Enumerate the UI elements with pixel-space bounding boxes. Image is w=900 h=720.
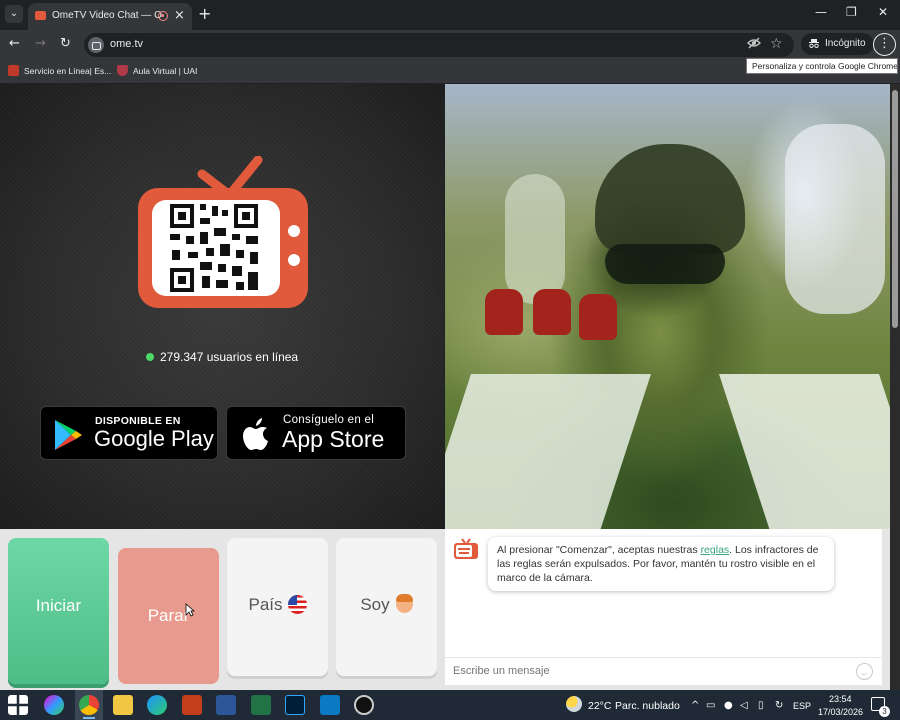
- shield-icon: [117, 65, 128, 76]
- incognito-indicator[interactable]: Incógnito: [801, 33, 874, 55]
- stop-button[interactable]: Parar: [118, 548, 219, 684]
- video-object: [485, 289, 523, 335]
- notice-text-before: Al presionar "Comenzar", aceptas nuestra…: [497, 544, 701, 556]
- video-sunglasses: [605, 244, 725, 284]
- online-status-icon: [146, 353, 154, 361]
- browser-toolbar: ← → ↻ ome.tv ☆: [0, 30, 900, 60]
- site-info-icon[interactable]: [88, 37, 104, 53]
- app-store-small-text: Consíguelo en el: [283, 414, 375, 426]
- menu-tooltip: Personaliza y controla Google Chrome: [746, 58, 898, 74]
- tab-title: OmeTV Video Chat — Ome: [52, 10, 162, 21]
- bookmark-item[interactable]: Aula Virtual | UAI: [133, 66, 197, 76]
- stranger-video: [445, 84, 890, 529]
- message-input[interactable]: [453, 665, 843, 677]
- video-hair: [595, 144, 745, 254]
- google-play-icon: [55, 420, 82, 450]
- google-play-button[interactable]: DISPONIBLE EN Google Play: [40, 406, 218, 460]
- restore-icon[interactable]: ❐: [846, 5, 857, 19]
- video-shirt-right: [719, 374, 890, 529]
- online-users: 279.347 usuarios en línea: [146, 350, 298, 364]
- video-hand-right: [785, 124, 885, 314]
- file-explorer-icon[interactable]: [113, 695, 133, 715]
- ometv-logo-icon: [454, 538, 478, 559]
- tab-ometv[interactable]: OmeTV Video Chat — Ome ×: [28, 3, 192, 30]
- clock-date[interactable]: 17/03/2026: [818, 707, 863, 717]
- eye-off-icon[interactable]: [747, 37, 761, 49]
- windows-icon[interactable]: [8, 695, 28, 715]
- rules-notice: Al presionar "Comenzar", aceptas nuestra…: [488, 537, 834, 591]
- network-icon[interactable]: ▭: [706, 700, 715, 711]
- video-object: [579, 294, 617, 340]
- update-icon[interactable]: ↻: [775, 700, 783, 711]
- weather-icon[interactable]: [566, 696, 582, 712]
- windows-taskbar: [0, 690, 900, 720]
- chrome-icon[interactable]: [79, 695, 99, 715]
- video-hand-left: [505, 174, 565, 304]
- battery-icon[interactable]: ▯: [758, 700, 764, 711]
- address-bar[interactable]: ome.tv ☆: [84, 33, 794, 57]
- apple-icon: [243, 418, 268, 450]
- store-app-icon[interactable]: [320, 695, 340, 715]
- clock-time[interactable]: 23:54: [829, 694, 852, 704]
- gender-label: Soy: [360, 595, 390, 614]
- country-label: País: [248, 595, 283, 614]
- plus-icon[interactable]: +: [198, 4, 211, 23]
- volume-icon[interactable]: ◁: [740, 700, 748, 711]
- close-tab-icon[interactable]: ×: [174, 8, 185, 23]
- us-flag-icon: [287, 595, 307, 614]
- microphone-icon[interactable]: ●: [724, 700, 733, 711]
- back-icon[interactable]: ←: [9, 36, 20, 51]
- minimize-icon[interactable]: —: [815, 5, 827, 19]
- tab-list-icon[interactable]: ⌄: [5, 5, 23, 23]
- incognito-label: Incógnito: [825, 38, 866, 49]
- forward-icon[interactable]: →: [35, 36, 46, 51]
- app-store-button[interactable]: Consíguelo en el App Store: [226, 406, 406, 460]
- bookmark-favicon-icon: [8, 65, 19, 76]
- recording-icon: [158, 11, 168, 21]
- start-button[interactable]: Iniciar: [8, 538, 109, 684]
- url-text[interactable]: ome.tv: [110, 38, 143, 50]
- reload-icon[interactable]: ↻: [60, 36, 71, 51]
- bookmark-item[interactable]: Servicio en Línea| Es...: [24, 66, 111, 76]
- scroll-thumb[interactable]: [892, 90, 898, 328]
- app-icon[interactable]: [354, 695, 374, 715]
- qr-code-icon: [168, 202, 260, 294]
- rules-link[interactable]: reglas: [701, 544, 730, 556]
- tab-strip: ⌄ OmeTV Video Chat — Ome × + — ❐ ✕: [0, 0, 900, 30]
- copilot-icon[interactable]: [44, 695, 64, 715]
- language-indicator[interactable]: ESP: [793, 701, 811, 711]
- chevron-up-icon[interactable]: ^: [691, 700, 699, 711]
- excel-icon[interactable]: [251, 695, 271, 715]
- google-play-big-text: Google Play: [94, 426, 214, 451]
- ometv-favicon-icon: [35, 11, 46, 20]
- stop-label: Parar: [147, 606, 190, 625]
- landing-panel: 279.347 usuarios en línea DISPONIBLE EN …: [0, 84, 444, 529]
- start-label: Iniciar: [35, 596, 82, 615]
- tv-logo-icon: [138, 156, 308, 308]
- avatar-icon: [395, 594, 413, 613]
- video-object: [533, 289, 571, 335]
- weather-desc[interactable]: Parc. nublado: [615, 700, 680, 712]
- notification-count-badge: 3: [879, 706, 890, 717]
- mouse-pointer-icon: [185, 603, 195, 617]
- close-window-icon[interactable]: ✕: [878, 5, 888, 19]
- weather-temp[interactable]: 22°C: [588, 700, 611, 712]
- powerpoint-icon[interactable]: [182, 695, 202, 715]
- app-store-big-text: App Store: [282, 426, 385, 452]
- country-button[interactable]: País: [227, 538, 328, 676]
- star-icon[interactable]: ☆: [770, 36, 783, 52]
- incognito-icon: [809, 39, 819, 48]
- online-count-text: 279.347 usuarios en línea: [160, 350, 299, 364]
- gender-button[interactable]: Soy: [336, 538, 437, 676]
- photoshop-icon[interactable]: [285, 695, 305, 715]
- menu-dots-icon[interactable]: ⋮: [873, 33, 896, 56]
- video-shirt-left: [445, 374, 651, 529]
- word-icon[interactable]: [216, 695, 236, 715]
- message-bar: [445, 657, 882, 685]
- edge-icon[interactable]: [147, 695, 167, 715]
- smile-icon[interactable]: [856, 663, 873, 680]
